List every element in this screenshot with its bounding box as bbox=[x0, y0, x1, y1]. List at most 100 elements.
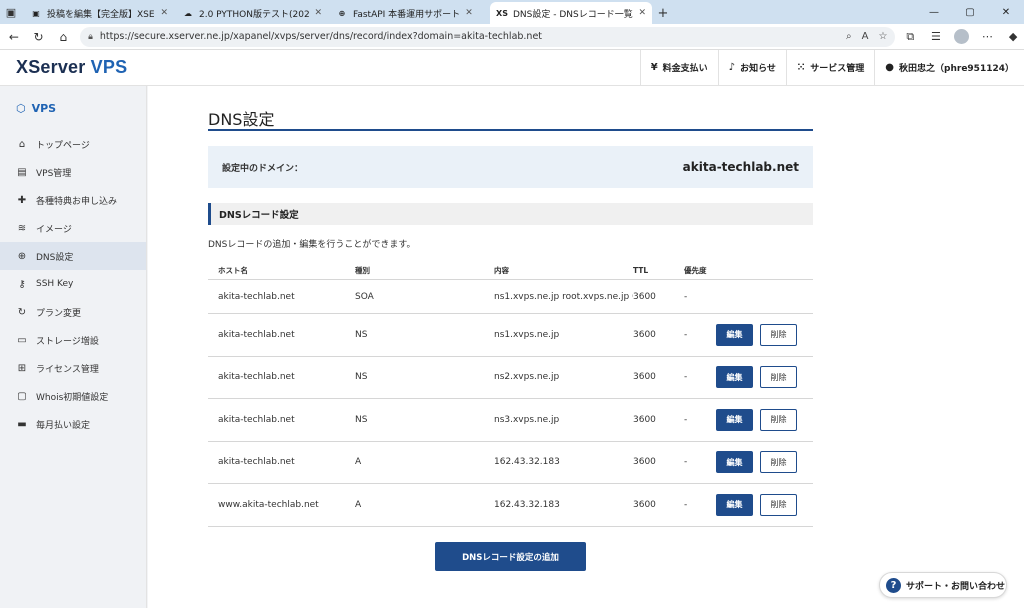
edit-button[interactable]: 編集 bbox=[716, 451, 753, 474]
tab-close-icon[interactable]: ✕ bbox=[160, 8, 168, 18]
cell-priority: - bbox=[684, 457, 688, 468]
header-nav-item[interactable]: ⁙ サービス管理 bbox=[785, 49, 874, 86]
browser-tab[interactable]: ☁ 2.0 PYTHON版テスト(20250903_1) ✕ bbox=[176, 2, 328, 24]
favorites-icon[interactable]: ☰ bbox=[925, 26, 947, 48]
browser-tab[interactable]: ▣ 投稿を編集【完全版】XSERVER VPS ✕ bbox=[24, 2, 174, 24]
minimize-icon[interactable]: — bbox=[916, 0, 952, 24]
new-tab-button[interactable]: + bbox=[652, 2, 674, 24]
add-dns-record-button[interactable]: DNSレコード設定の追加 bbox=[435, 542, 586, 571]
sidebar-item-label: ライセンス管理 bbox=[36, 364, 99, 375]
header-nav-label: 料金支払い bbox=[662, 64, 708, 74]
support-contact-button[interactable]: ? サポート・お問い合わせ bbox=[879, 572, 1007, 598]
xserver-vps-logo[interactable]: XServer VPS bbox=[16, 57, 127, 78]
sidebar-item[interactable]: ↻ プラン変更 bbox=[0, 298, 146, 326]
cell-content: ns1.xvps.ne.jp root.xvps.ne.jp 0 bbox=[494, 291, 633, 302]
header-nav-item[interactable]: ♪ お知らせ bbox=[717, 49, 786, 86]
sidebar-item-label: DNS設定 bbox=[36, 252, 74, 263]
edit-button[interactable]: 編集 bbox=[716, 493, 753, 516]
read-aloud-icon[interactable]: A bbox=[862, 31, 869, 42]
close-window-icon[interactable]: ✕ bbox=[988, 0, 1024, 24]
cell-ttl: 3600 bbox=[633, 414, 656, 425]
sidebar-item-label: ストレージ増設 bbox=[36, 336, 99, 347]
table-row: akita-techlab.net NS ns3.xvps.ne.jp 3600 - 編集… bbox=[208, 399, 813, 442]
delete-button[interactable]: 削除 bbox=[760, 323, 797, 346]
tab-close-icon[interactable]: ✕ bbox=[314, 8, 322, 18]
cell-priority: - bbox=[684, 372, 688, 383]
lock-icon[interactable]: 🔒︎ bbox=[88, 32, 93, 42]
cell-type: NS bbox=[355, 372, 368, 383]
tab-close-icon[interactable]: ✕ bbox=[465, 8, 473, 18]
section-heading: DNSレコード設定 bbox=[208, 203, 813, 225]
browser-tab[interactable]: XS DNS設定 - DNSレコード一覧 | XServer VPS ✕ bbox=[490, 2, 652, 24]
edit-button[interactable]: 編集 bbox=[716, 408, 753, 431]
refresh-icon: ↻ bbox=[17, 306, 27, 318]
home-icon[interactable]: ⌂ bbox=[52, 26, 74, 48]
tab-title: DNS設定 - DNSレコード一覧 | XServer VPS bbox=[513, 9, 633, 20]
row-actions: 編集 削除 bbox=[716, 408, 813, 431]
column-header-host: ホスト名 bbox=[218, 266, 248, 275]
domain-value: akita-techlab.net bbox=[682, 160, 799, 174]
edit-button[interactable]: 編集 bbox=[716, 323, 753, 346]
server-icon: ▤ bbox=[17, 166, 27, 178]
sidebar-item[interactable]: ▭ ストレージ増設 bbox=[0, 326, 146, 354]
favorite-star-icon[interactable]: ☆ bbox=[878, 31, 887, 42]
tab-close-icon[interactable]: ✕ bbox=[638, 8, 646, 18]
copilot-icon[interactable]: ◆ bbox=[1002, 26, 1024, 48]
edit-button[interactable]: 編集 bbox=[716, 366, 753, 389]
row-actions: 編集 削除 bbox=[716, 366, 813, 389]
more-icon[interactable]: ⋯ bbox=[977, 26, 999, 48]
sidebar-item[interactable]: ⌂ トップページ bbox=[0, 130, 146, 158]
sidebar-item[interactable]: ⚷ SSH Key bbox=[0, 270, 146, 298]
bell-icon: ♪ bbox=[728, 62, 736, 73]
sidebar-item-label: 毎月払い設定 bbox=[36, 420, 91, 431]
extensions-icon[interactable]: ⧉ bbox=[899, 26, 921, 48]
sidebar: ⬡ VPS ⌂ トップページ ▤ VPS管理 ✚ 各種特典お申し込み ≋ イメージ ⊕ DNS設定… bbox=[0, 86, 147, 608]
cell-priority: - bbox=[684, 414, 688, 425]
window-menu-icon[interactable]: ▣ bbox=[0, 0, 22, 24]
support-label: サポート・お問い合わせ bbox=[906, 581, 1006, 592]
table-row: akita-techlab.net NS ns2.xvps.ne.jp 3600 - 編集… bbox=[208, 357, 813, 399]
sidebar-item[interactable]: ▬ 毎月払い設定 bbox=[0, 410, 146, 438]
grid-icon: ⁙ bbox=[796, 62, 806, 73]
cell-host: akita-techlab.net bbox=[218, 457, 295, 468]
address-bar[interactable]: 🔒︎ https://secure.xserver.ne.jp/xapanel/… bbox=[80, 26, 896, 47]
sidebar-item[interactable]: ✚ 各種特典お申し込み bbox=[0, 186, 146, 214]
key-icon: ⚷ bbox=[18, 278, 26, 290]
header-nav-item[interactable]: ¥ 料金支払い bbox=[639, 49, 718, 86]
header-nav-item[interactable]: ● 秋田忠之（phre951124） bbox=[874, 49, 1024, 86]
card-icon: ▬ bbox=[17, 418, 27, 430]
zoom-icon[interactable]: ⌕ bbox=[846, 31, 852, 42]
reload-icon[interactable]: ↻ bbox=[28, 26, 50, 48]
delete-button[interactable]: 削除 bbox=[760, 366, 797, 389]
sidebar-item[interactable]: ▤ VPS管理 bbox=[0, 158, 146, 186]
main-content: DNS設定 設定中のドメイン： akita-techlab.net DNSレコー… bbox=[148, 86, 1024, 608]
delete-button[interactable]: 削除 bbox=[760, 451, 797, 474]
sidebar-item[interactable]: ⊞ ライセンス管理 bbox=[0, 354, 146, 382]
browser-tab[interactable]: ⊕ FastAPI 本番運用サポート ✕ bbox=[330, 2, 488, 24]
windows-icon: ⊞ bbox=[17, 362, 27, 374]
yen-icon: ¥ bbox=[650, 62, 658, 73]
cell-type: SOA bbox=[355, 291, 374, 302]
url-text[interactable]: https://secure.xserver.ne.jp/xapanel/xvp… bbox=[100, 31, 836, 42]
column-header-content: 内容 bbox=[494, 266, 509, 275]
maximize-icon[interactable]: ▢ bbox=[952, 0, 988, 24]
header-nav-label: お知らせ bbox=[740, 64, 776, 74]
storage-icon: ▭ bbox=[17, 334, 27, 346]
sidebar-item[interactable]: ≋ イメージ bbox=[0, 214, 146, 242]
cell-content: ns2.xvps.ne.jp bbox=[494, 372, 560, 383]
delete-button[interactable]: 削除 bbox=[760, 493, 797, 516]
back-icon[interactable]: ← bbox=[3, 26, 25, 48]
cell-type: NS bbox=[355, 414, 368, 425]
sidebar-item-label: SSH Key bbox=[36, 279, 74, 289]
table-row: akita-techlab.net A 162.43.32.183 3600 - 編集 削除 bbox=[208, 442, 813, 484]
profile-icon[interactable] bbox=[951, 26, 973, 48]
sidebar-item[interactable]: ⊕ DNS設定 bbox=[0, 242, 146, 270]
sidebar-item[interactable]: ▢ Whois初期値設定 bbox=[0, 382, 146, 410]
current-domain-box: 設定中のドメイン： akita-techlab.net bbox=[208, 146, 813, 188]
table-row: akita-techlab.net NS ns1.xvps.ne.jp 3600 - 編集… bbox=[208, 314, 813, 357]
table-row: akita-techlab.net SOA ns1.xvps.ne.jp root.… bbox=[208, 280, 813, 314]
cell-ttl: 3600 bbox=[633, 291, 656, 302]
sidebar-item-label: イメージ bbox=[36, 224, 72, 235]
sidebar-title[interactable]: ⬡ VPS bbox=[0, 86, 146, 130]
delete-button[interactable]: 削除 bbox=[760, 408, 797, 431]
